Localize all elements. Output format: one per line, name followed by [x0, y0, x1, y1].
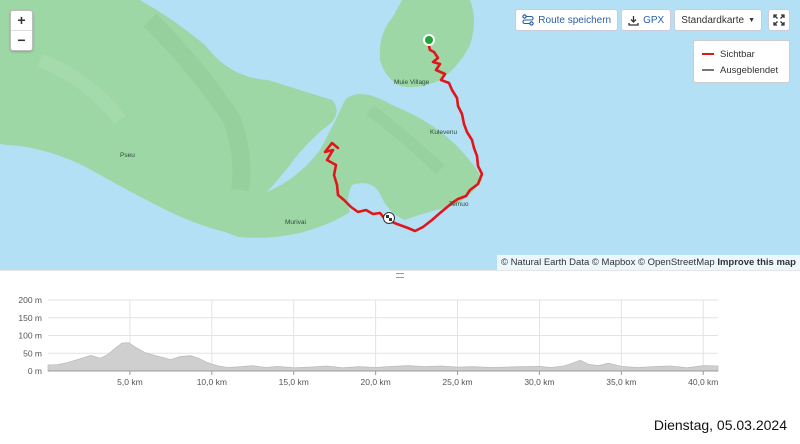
- save-route-label: Route speichern: [538, 14, 612, 26]
- zoom-in-button[interactable]: +: [11, 11, 32, 30]
- map-style-label: Standardkarte: [681, 14, 745, 26]
- x-tick-label: 35,0 km: [606, 377, 636, 387]
- caret-down-icon: ▼: [748, 16, 755, 24]
- map-view[interactable]: Muie Village Kulevenu Pseu Temuo Murivai…: [0, 0, 800, 270]
- x-tick-label: 30,0 km: [524, 377, 554, 387]
- x-tick-label: 5,0 km: [117, 377, 143, 387]
- y-tick-label: 50 m: [23, 348, 42, 358]
- y-tick-label: 100 m: [18, 331, 42, 341]
- map-style-dropdown[interactable]: Standardkarte ▼: [674, 9, 762, 31]
- map-toolbar: Route speichern GPX Standardkarte ▼: [515, 9, 762, 31]
- place-label-muie: Muie Village: [394, 79, 430, 86]
- fullscreen-icon: [773, 14, 785, 26]
- zoom-out-button[interactable]: −: [11, 30, 32, 50]
- x-tick-label: 10,0 km: [197, 377, 227, 387]
- date-caption: Dienstag, 05.03.2024: [653, 417, 787, 433]
- save-route-button[interactable]: Route speichern: [515, 9, 619, 31]
- legend-swatch-visible: [702, 53, 714, 55]
- place-label-pseu: Pseu: [120, 152, 135, 159]
- y-tick-label: 0 m: [28, 366, 42, 376]
- x-tick-label: 20,0 km: [361, 377, 391, 387]
- fullscreen-button[interactable]: [768, 9, 790, 31]
- y-tick-label: 200 m: [18, 295, 42, 305]
- legend-label-visible: Sichtbar: [720, 48, 755, 60]
- elevation-area: [47, 342, 719, 372]
- place-label-kulevenu: Kulevenu: [430, 129, 458, 136]
- download-icon: [628, 15, 639, 26]
- y-tick-label: 150 m: [18, 313, 42, 323]
- elevation-chart: 200 m 150 m 100 m 50 m 0 m 5,0 km 10,0 km 15,0 …: [18, 295, 719, 387]
- legend-label-hidden: Ausgeblendet: [720, 64, 779, 76]
- map-attribution: © Natural Earth Data © Mapbox © OpenStre…: [496, 255, 800, 270]
- finish-marker: [383, 212, 395, 224]
- zoom-control: + −: [10, 10, 33, 51]
- gpx-label: GPX: [643, 14, 665, 26]
- x-tick-label: 40,0 km: [688, 377, 718, 387]
- gpx-download-button[interactable]: GPX: [621, 9, 672, 31]
- legend-swatch-hidden: [702, 69, 714, 71]
- legend-item-hidden[interactable]: Ausgeblendet: [702, 62, 781, 78]
- x-tick-label: 15,0 km: [279, 377, 309, 387]
- route-icon: [522, 14, 534, 26]
- legend-item-visible[interactable]: Sichtbar: [702, 46, 781, 62]
- attribution-text: © Natural Earth Data © Mapbox © OpenStre…: [500, 257, 715, 268]
- place-label-murivai: Murivai: [285, 219, 306, 226]
- x-tick-label: 25,0 km: [442, 377, 472, 387]
- map-legend: Sichtbar Ausgeblendet: [693, 40, 790, 83]
- place-label-temuo: Temuo: [449, 201, 469, 208]
- improve-map-link[interactable]: Improve this map: [717, 257, 796, 268]
- start-marker: [423, 34, 435, 46]
- map-base: [0, 0, 484, 238]
